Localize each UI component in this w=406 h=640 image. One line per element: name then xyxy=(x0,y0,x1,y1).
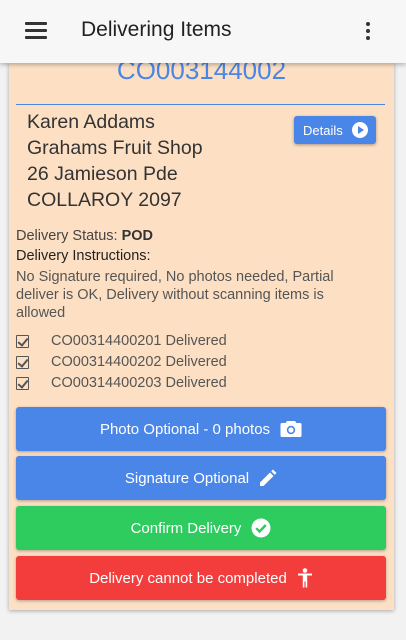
cannot-complete-button[interactable]: Delivery cannot be completed xyxy=(16,556,386,600)
status-value: POD xyxy=(121,228,153,244)
checkbox-checked-icon[interactable] xyxy=(16,335,29,348)
app-bar: Delivering Items xyxy=(0,0,406,63)
cannot-complete-label: Delivery cannot be completed xyxy=(89,569,287,587)
status-label: Delivery Status: xyxy=(16,228,118,244)
signature-button[interactable]: Signature Optional xyxy=(16,456,386,500)
confirm-button-label: Confirm Delivery xyxy=(130,519,242,537)
delivery-card: CO003144002 Karen Addams Grahams Fruit S… xyxy=(9,55,394,610)
confirm-delivery-button[interactable]: Confirm Delivery xyxy=(16,506,386,550)
photo-button-label: Photo Optional - 0 photos xyxy=(99,420,271,438)
checkbox-checked-icon[interactable] xyxy=(16,356,29,369)
camera-icon xyxy=(280,421,302,437)
address-line-street: 26 Jamieson Pde xyxy=(27,163,178,185)
more-options-icon[interactable] xyxy=(362,22,374,42)
address-line-company: Grahams Fruit Shop xyxy=(27,137,203,159)
signature-button-label: Signature Optional xyxy=(124,469,250,487)
address-line-name: Karen Addams xyxy=(27,111,155,133)
play-circle-icon xyxy=(352,122,368,138)
instructions-text: No Signature required, No photos needed,… xyxy=(16,269,334,321)
details-button-label: Details xyxy=(303,122,343,138)
delivery-status: Delivery Status: POD xyxy=(16,228,153,244)
item-text: CO00314400202 Delivered xyxy=(51,354,227,370)
menu-icon[interactable] xyxy=(25,22,47,39)
item-text: CO00314400203 Delivered xyxy=(51,375,227,391)
check-circle-icon xyxy=(251,518,271,538)
item-text: CO00314400201 Delivered xyxy=(51,333,227,349)
photo-button[interactable]: Photo Optional - 0 photos xyxy=(16,407,386,451)
instructions-label: Delivery Instructions: xyxy=(16,248,151,264)
address-line-suburb: COLLAROY 2097 xyxy=(27,189,182,211)
checkbox-checked-icon[interactable] xyxy=(16,377,29,390)
person-icon xyxy=(297,568,312,588)
divider xyxy=(16,104,385,105)
page-title: Delivering Items xyxy=(81,18,232,41)
pencil-icon xyxy=(260,469,277,486)
details-button[interactable]: Details xyxy=(294,116,376,144)
